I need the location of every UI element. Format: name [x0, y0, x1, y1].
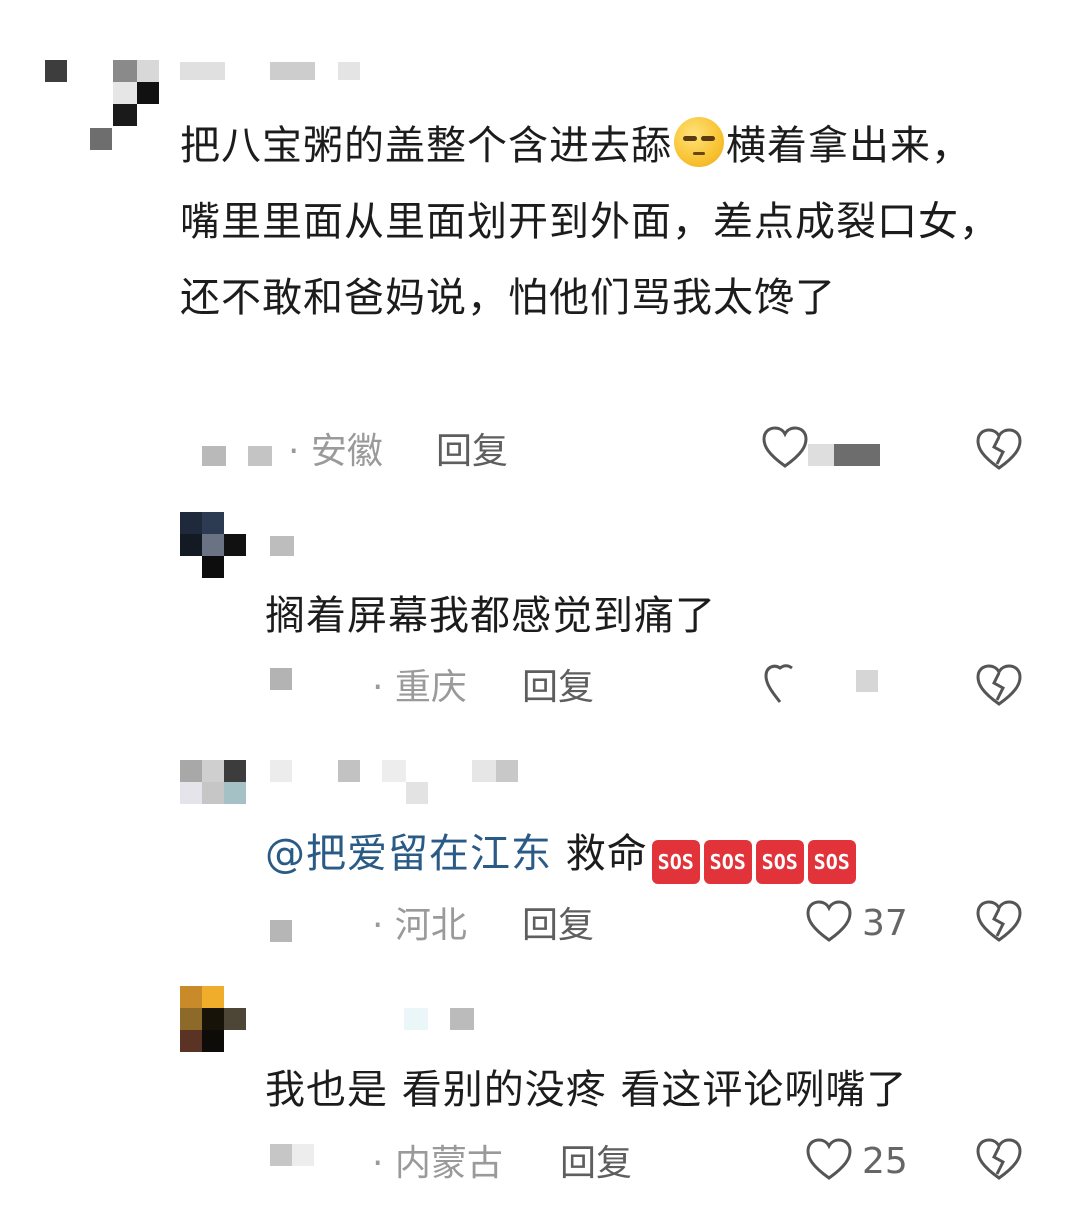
location-label: · 内蒙古	[372, 1143, 503, 1184]
reply-text: @把爱留在江东 救命 SOS SOS SOS SOS	[265, 826, 856, 884]
like-count-redacted	[856, 670, 878, 692]
dislike-button[interactable]	[976, 664, 1022, 708]
sos-icon: SOS	[807, 840, 856, 884]
broken-heart-icon	[976, 428, 1022, 470]
reply-button[interactable]: 回复	[436, 432, 508, 472]
heart-outline-icon	[806, 900, 852, 942]
reply-text: 我也是 看别的没疼 看这评论咧嘴了	[265, 1067, 908, 1113]
meta-row: · 内蒙古 回复	[270, 1142, 770, 1190]
timestamp	[270, 668, 292, 690]
like-button[interactable]	[762, 426, 808, 470]
username[interactable]	[404, 1008, 474, 1030]
broken-heart-icon	[976, 664, 1022, 706]
timestamp	[270, 920, 292, 942]
sos-icon: SOS	[703, 840, 752, 884]
reply-text: 搁着屏幕我都感觉到痛了	[265, 593, 716, 639]
dislike-button[interactable]	[976, 1138, 1022, 1182]
avatar[interactable]	[180, 512, 246, 578]
avatar[interactable]	[180, 986, 246, 1052]
avatar[interactable]	[45, 60, 160, 155]
sos-icon: SOS	[651, 840, 700, 884]
unamused-face-icon	[674, 117, 724, 167]
like-count-redacted	[808, 444, 880, 466]
timestamp	[202, 446, 226, 466]
broken-heart-icon	[976, 900, 1022, 942]
broken-heart-icon	[976, 1138, 1022, 1180]
heart-outline-icon	[764, 664, 793, 703]
dislike-button[interactable]	[976, 900, 1022, 944]
reply-button[interactable]: 回复	[522, 668, 594, 708]
username[interactable]	[270, 536, 294, 556]
heart-outline-icon	[762, 426, 808, 468]
heart-outline-icon	[806, 1138, 852, 1180]
avatar[interactable]	[180, 760, 246, 804]
like-button[interactable]	[806, 1138, 852, 1182]
mention-link[interactable]: @把爱留在江东	[265, 831, 552, 877]
like-button[interactable]	[806, 900, 852, 944]
reply-button[interactable]: 回复	[522, 906, 594, 946]
location-label: · 河北	[372, 905, 467, 946]
like-count: 37	[862, 903, 908, 944]
comment-text: 把八宝粥的盖整个含进去舔 横着拿出来，嘴里里面从里面划开到外面，差点成裂口女，还不…	[180, 108, 1010, 336]
reply-button[interactable]: 回复	[560, 1144, 632, 1184]
dislike-button[interactable]	[976, 428, 1022, 472]
location-label: · 重庆	[372, 667, 467, 708]
timestamp	[270, 1144, 316, 1166]
username[interactable]	[270, 760, 520, 804]
meta-row: · 安徽 回复	[200, 430, 1060, 478]
meta-row: · 河北 回复	[270, 904, 770, 952]
meta-row: · 重庆 回复	[270, 666, 770, 714]
location-label: · 安徽	[288, 431, 383, 472]
like-button[interactable]	[762, 662, 802, 706]
sos-icon: SOS	[755, 840, 804, 884]
username[interactable]	[180, 62, 360, 82]
like-count: 25	[862, 1141, 908, 1182]
